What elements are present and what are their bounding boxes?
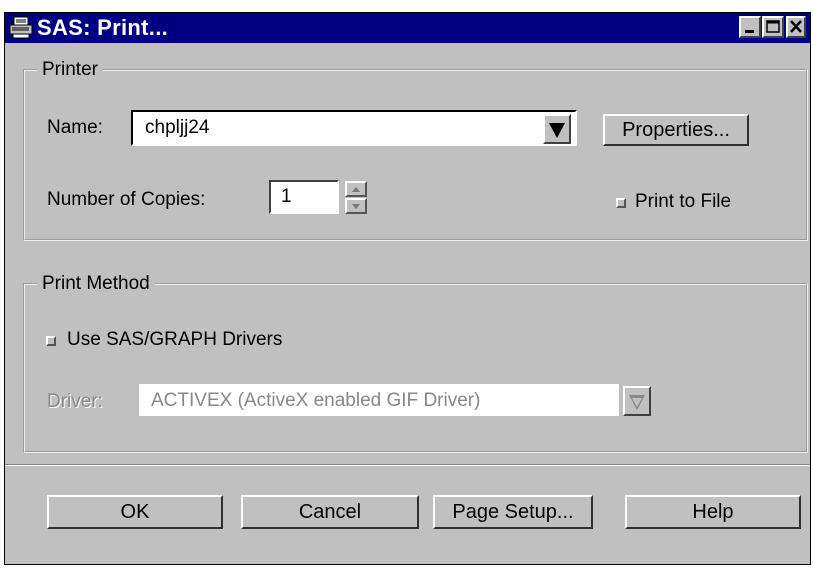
properties-button[interactable]: Properties... <box>603 114 749 146</box>
printer-icon <box>9 16 35 40</box>
printer-name-label: Name: <box>47 117 103 138</box>
printer-group-legend: Printer <box>37 59 103 81</box>
print-to-file-label[interactable]: Print to File <box>635 191 731 213</box>
cancel-button[interactable]: Cancel <box>241 495 419 529</box>
page-setup-button[interactable]: Page Setup... <box>433 495 593 529</box>
printer-group: Printer <box>23 59 808 241</box>
separator <box>5 464 810 466</box>
printer-dropdown-button[interactable] <box>543 114 571 144</box>
close-icon[interactable] <box>786 16 806 38</box>
driver-combobox: ACTIVEX (ActiveX enabled GIF Driver) <box>137 382 621 418</box>
arrow-down-icon <box>352 204 360 209</box>
copies-increment-button[interactable] <box>345 181 367 197</box>
print-to-file-checkbox[interactable] <box>616 198 626 208</box>
minimize-icon[interactable] <box>739 16 761 38</box>
ok-button[interactable]: OK <box>47 495 223 529</box>
driver-label: Driver: <box>47 391 103 412</box>
driver-value: ACTIVEX (ActiveX enabled GIF Driver) <box>151 390 481 411</box>
print-dialog: SAS: Print... Printer Name: chpljj24 Pro… <box>4 12 811 565</box>
copies-input[interactable]: 1 <box>269 180 339 214</box>
use-drivers-checkbox[interactable] <box>46 336 56 346</box>
copies-value: 1 <box>281 186 292 207</box>
copies-label: Number of Copies: <box>47 189 206 210</box>
driver-dropdown-button <box>623 386 651 416</box>
arrow-up-icon <box>352 187 360 192</box>
printer-name-value: chpljj24 <box>145 117 210 138</box>
print-method-group-legend: Print Method <box>37 273 155 295</box>
help-button[interactable]: Help <box>625 495 801 529</box>
chevron-down-icon <box>549 123 565 138</box>
copies-decrement-button[interactable] <box>345 198 367 214</box>
use-drivers-label[interactable]: Use SAS/GRAPH Drivers <box>67 329 282 351</box>
maximize-icon[interactable] <box>762 16 784 38</box>
window-title: SAS: Print... <box>37 15 169 40</box>
printer-name-combobox[interactable]: chpljj24 <box>131 110 577 146</box>
title-bar[interactable]: SAS: Print... <box>5 13 810 43</box>
print-method-group: Print Method <box>23 273 808 453</box>
chevron-down-icon <box>629 395 645 410</box>
